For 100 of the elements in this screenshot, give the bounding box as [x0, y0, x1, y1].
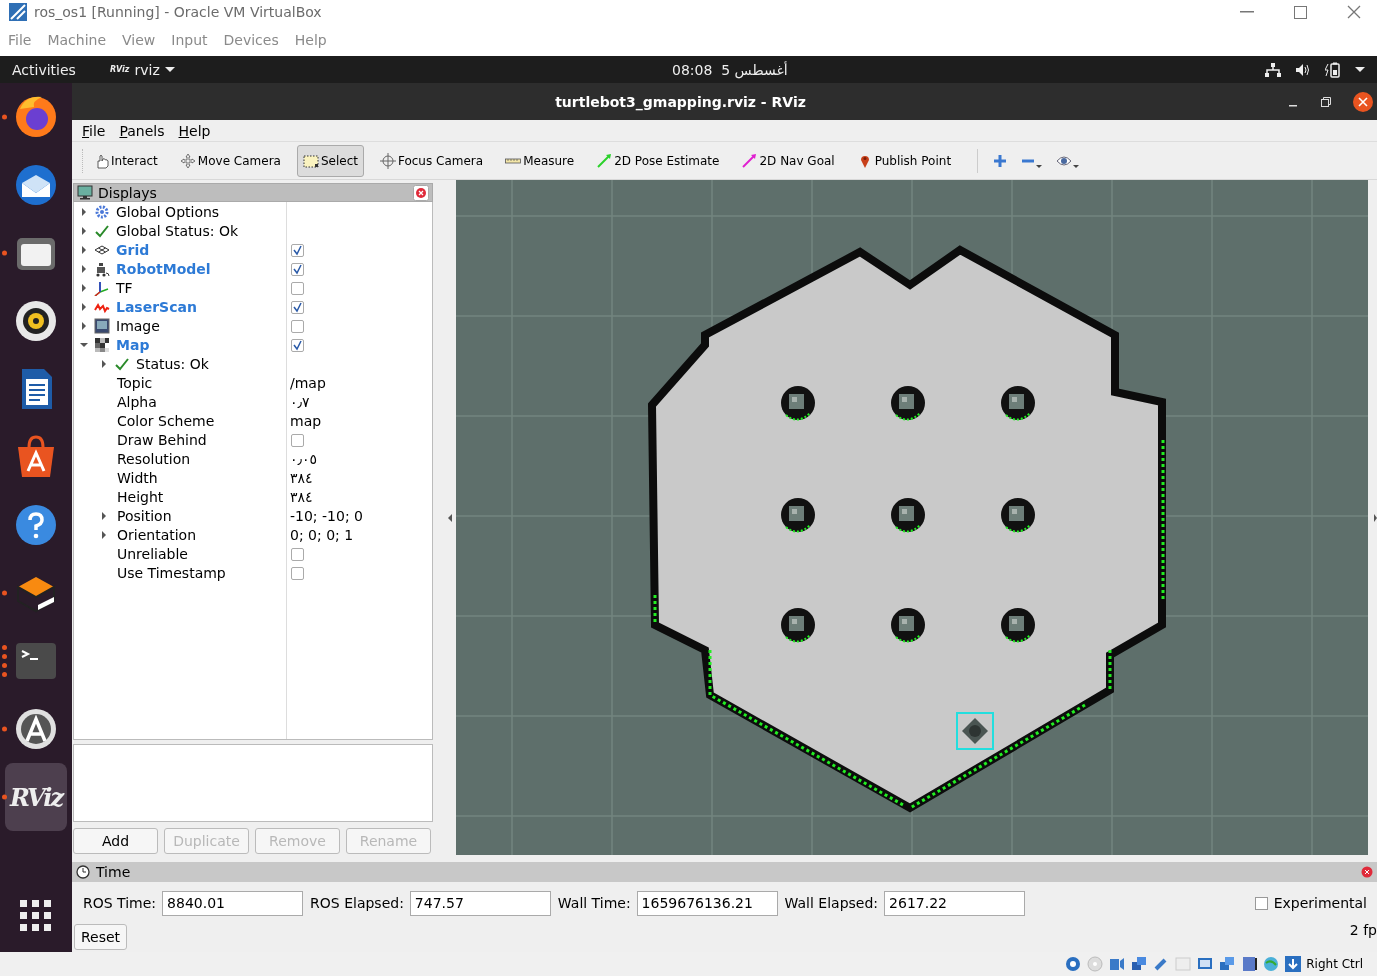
expand-arrow-icon[interactable] [82, 264, 86, 273]
property-value[interactable]: -10; -10; 0 [290, 507, 363, 524]
display-name[interactable]: TF [113, 279, 133, 296]
checkbox[interactable] [291, 320, 304, 333]
property-value[interactable]: ٣٨٤ [290, 488, 313, 505]
tool-button[interactable]: Focus Camera [373, 144, 490, 177]
panel-button[interactable]: Add [73, 828, 158, 854]
checkbox[interactable] [291, 548, 304, 561]
app-logo: RViz [9, 782, 62, 812]
checkbox[interactable] [291, 567, 304, 580]
host-key-label: Right Ctrl [1306, 957, 1363, 971]
tool-button[interactable]: Measure [499, 144, 581, 177]
checkbox[interactable] [291, 301, 304, 314]
restore-icon[interactable] [1321, 96, 1331, 107]
image-icon [94, 317, 110, 334]
property-name[interactable]: Alpha [114, 393, 157, 410]
network-icon[interactable] [1265, 62, 1281, 77]
property-name[interactable]: Draw Behind [114, 431, 207, 448]
property-value[interactable]: ٠٫٠٥ [290, 450, 318, 467]
close-icon[interactable] [1353, 91, 1373, 112]
checkbox[interactable] [291, 244, 304, 257]
eye-icon[interactable] [1056, 153, 1073, 168]
property-name[interactable]: Orientation [114, 526, 197, 543]
property-value[interactable]: ٣٨٤ [290, 469, 313, 486]
tool-button[interactable]: Select [296, 144, 364, 177]
property-value[interactable]: ٠٫٧ [290, 393, 310, 410]
display-name[interactable]: Map [113, 336, 150, 353]
audio-icon[interactable] [1108, 956, 1127, 972]
expand-arrow-icon[interactable] [82, 302, 86, 311]
expand-arrow-icon[interactable] [82, 245, 86, 254]
checkbox[interactable] [291, 434, 304, 447]
expand-arrow-icon[interactable] [82, 226, 86, 235]
chip-icon[interactable] [1240, 956, 1259, 972]
property-value[interactable]: map [290, 412, 322, 429]
checkbox-label: Experimental [1273, 895, 1367, 911]
expand-arrow-icon[interactable] [102, 359, 106, 368]
robot-icon [94, 260, 110, 277]
tool-button[interactable]: Interact [87, 144, 164, 177]
map-icon [94, 336, 110, 353]
windows-icon[interactable] [1218, 956, 1237, 972]
property-name[interactable]: Width [114, 469, 158, 486]
expand-arrow-icon[interactable] [80, 342, 88, 347]
field-label: Wall Time: [557, 895, 631, 911]
plus-icon[interactable] [993, 153, 1008, 168]
expand-arrow-icon[interactable] [102, 530, 106, 539]
clock[interactable]: 08:08 5 أغسطس [672, 61, 788, 78]
expand-arrow-icon[interactable] [82, 321, 86, 330]
property-name[interactable]: Topic [114, 374, 153, 391]
time-field[interactable]: 747.57 [409, 890, 551, 916]
hard-disk-icon[interactable] [1064, 956, 1083, 972]
time-field[interactable]: 8840.01 [162, 890, 304, 916]
time-field[interactable]: 2617.22 [884, 890, 1026, 916]
tool-button[interactable]: Move Camera [173, 144, 287, 177]
display-icon[interactable] [1196, 956, 1215, 972]
reset-button[interactable]: Reset [74, 924, 128, 950]
display-name[interactable]: Global Options [113, 203, 220, 220]
checkbox[interactable] [291, 339, 304, 352]
battery-icon[interactable] [1325, 61, 1341, 78]
property-name[interactable]: Use Timestamp [114, 564, 226, 581]
menu-item[interactable]: Devices [223, 32, 279, 48]
menu-item[interactable]: Machine [47, 32, 107, 48]
display-name[interactable]: Status: Ok [133, 355, 209, 372]
display-name[interactable]: Global Status: Ok [113, 222, 238, 239]
property-name[interactable]: Resolution [114, 450, 191, 467]
menu-item[interactable]: File [82, 122, 106, 139]
collapse-arrow-icon[interactable] [448, 513, 452, 522]
tool-button[interactable]: 2D Pose Estimate [590, 144, 726, 177]
expand-arrow-icon[interactable] [82, 207, 86, 216]
display-name[interactable]: Image [113, 317, 160, 334]
app-logo: RViz [109, 65, 130, 74]
display-name[interactable]: RobotModel [113, 260, 211, 277]
display-name[interactable]: LaserScan [113, 298, 197, 315]
expand-arrow-icon[interactable] [82, 283, 86, 292]
property-value[interactable]: 0; 0; 0; 1 [290, 526, 354, 543]
property-name[interactable]: Color Scheme [114, 412, 215, 429]
menu-item[interactable]: Help [294, 32, 327, 48]
caret-icon[interactable] [1036, 164, 1043, 168]
menu-item[interactable]: Panels [119, 122, 165, 139]
volume-icon[interactable] [1295, 62, 1311, 77]
app-grid-icon[interactable] [20, 900, 52, 932]
checkbox[interactable] [291, 282, 304, 295]
menu-item[interactable]: View [122, 32, 156, 48]
maximize-icon[interactable] [1294, 5, 1307, 19]
expand-arrow-icon[interactable] [102, 511, 106, 520]
menu-item[interactable]: Help [178, 122, 211, 139]
activities-button[interactable]: Activities [12, 61, 76, 78]
app-menu[interactable]: rviz [134, 61, 160, 78]
property-name[interactable]: Height [114, 488, 164, 505]
dock-item[interactable]: RViz [5, 763, 67, 831]
collapse-arrow-icon[interactable] [1374, 513, 1377, 522]
time-field[interactable]: 1659676136.21 [636, 890, 778, 916]
property-name[interactable]: Unreliable [114, 545, 188, 562]
tool-button[interactable]: 2D Nav Goal [735, 144, 841, 177]
property-value[interactable]: /map [290, 374, 326, 391]
checkbox[interactable] [1254, 896, 1268, 910]
property-name[interactable]: Position [114, 507, 172, 524]
checkbox[interactable] [291, 263, 304, 276]
caret-icon[interactable] [1073, 164, 1080, 168]
display-name[interactable]: Grid [113, 241, 150, 258]
tool-button[interactable]: Publish Point [850, 144, 958, 177]
